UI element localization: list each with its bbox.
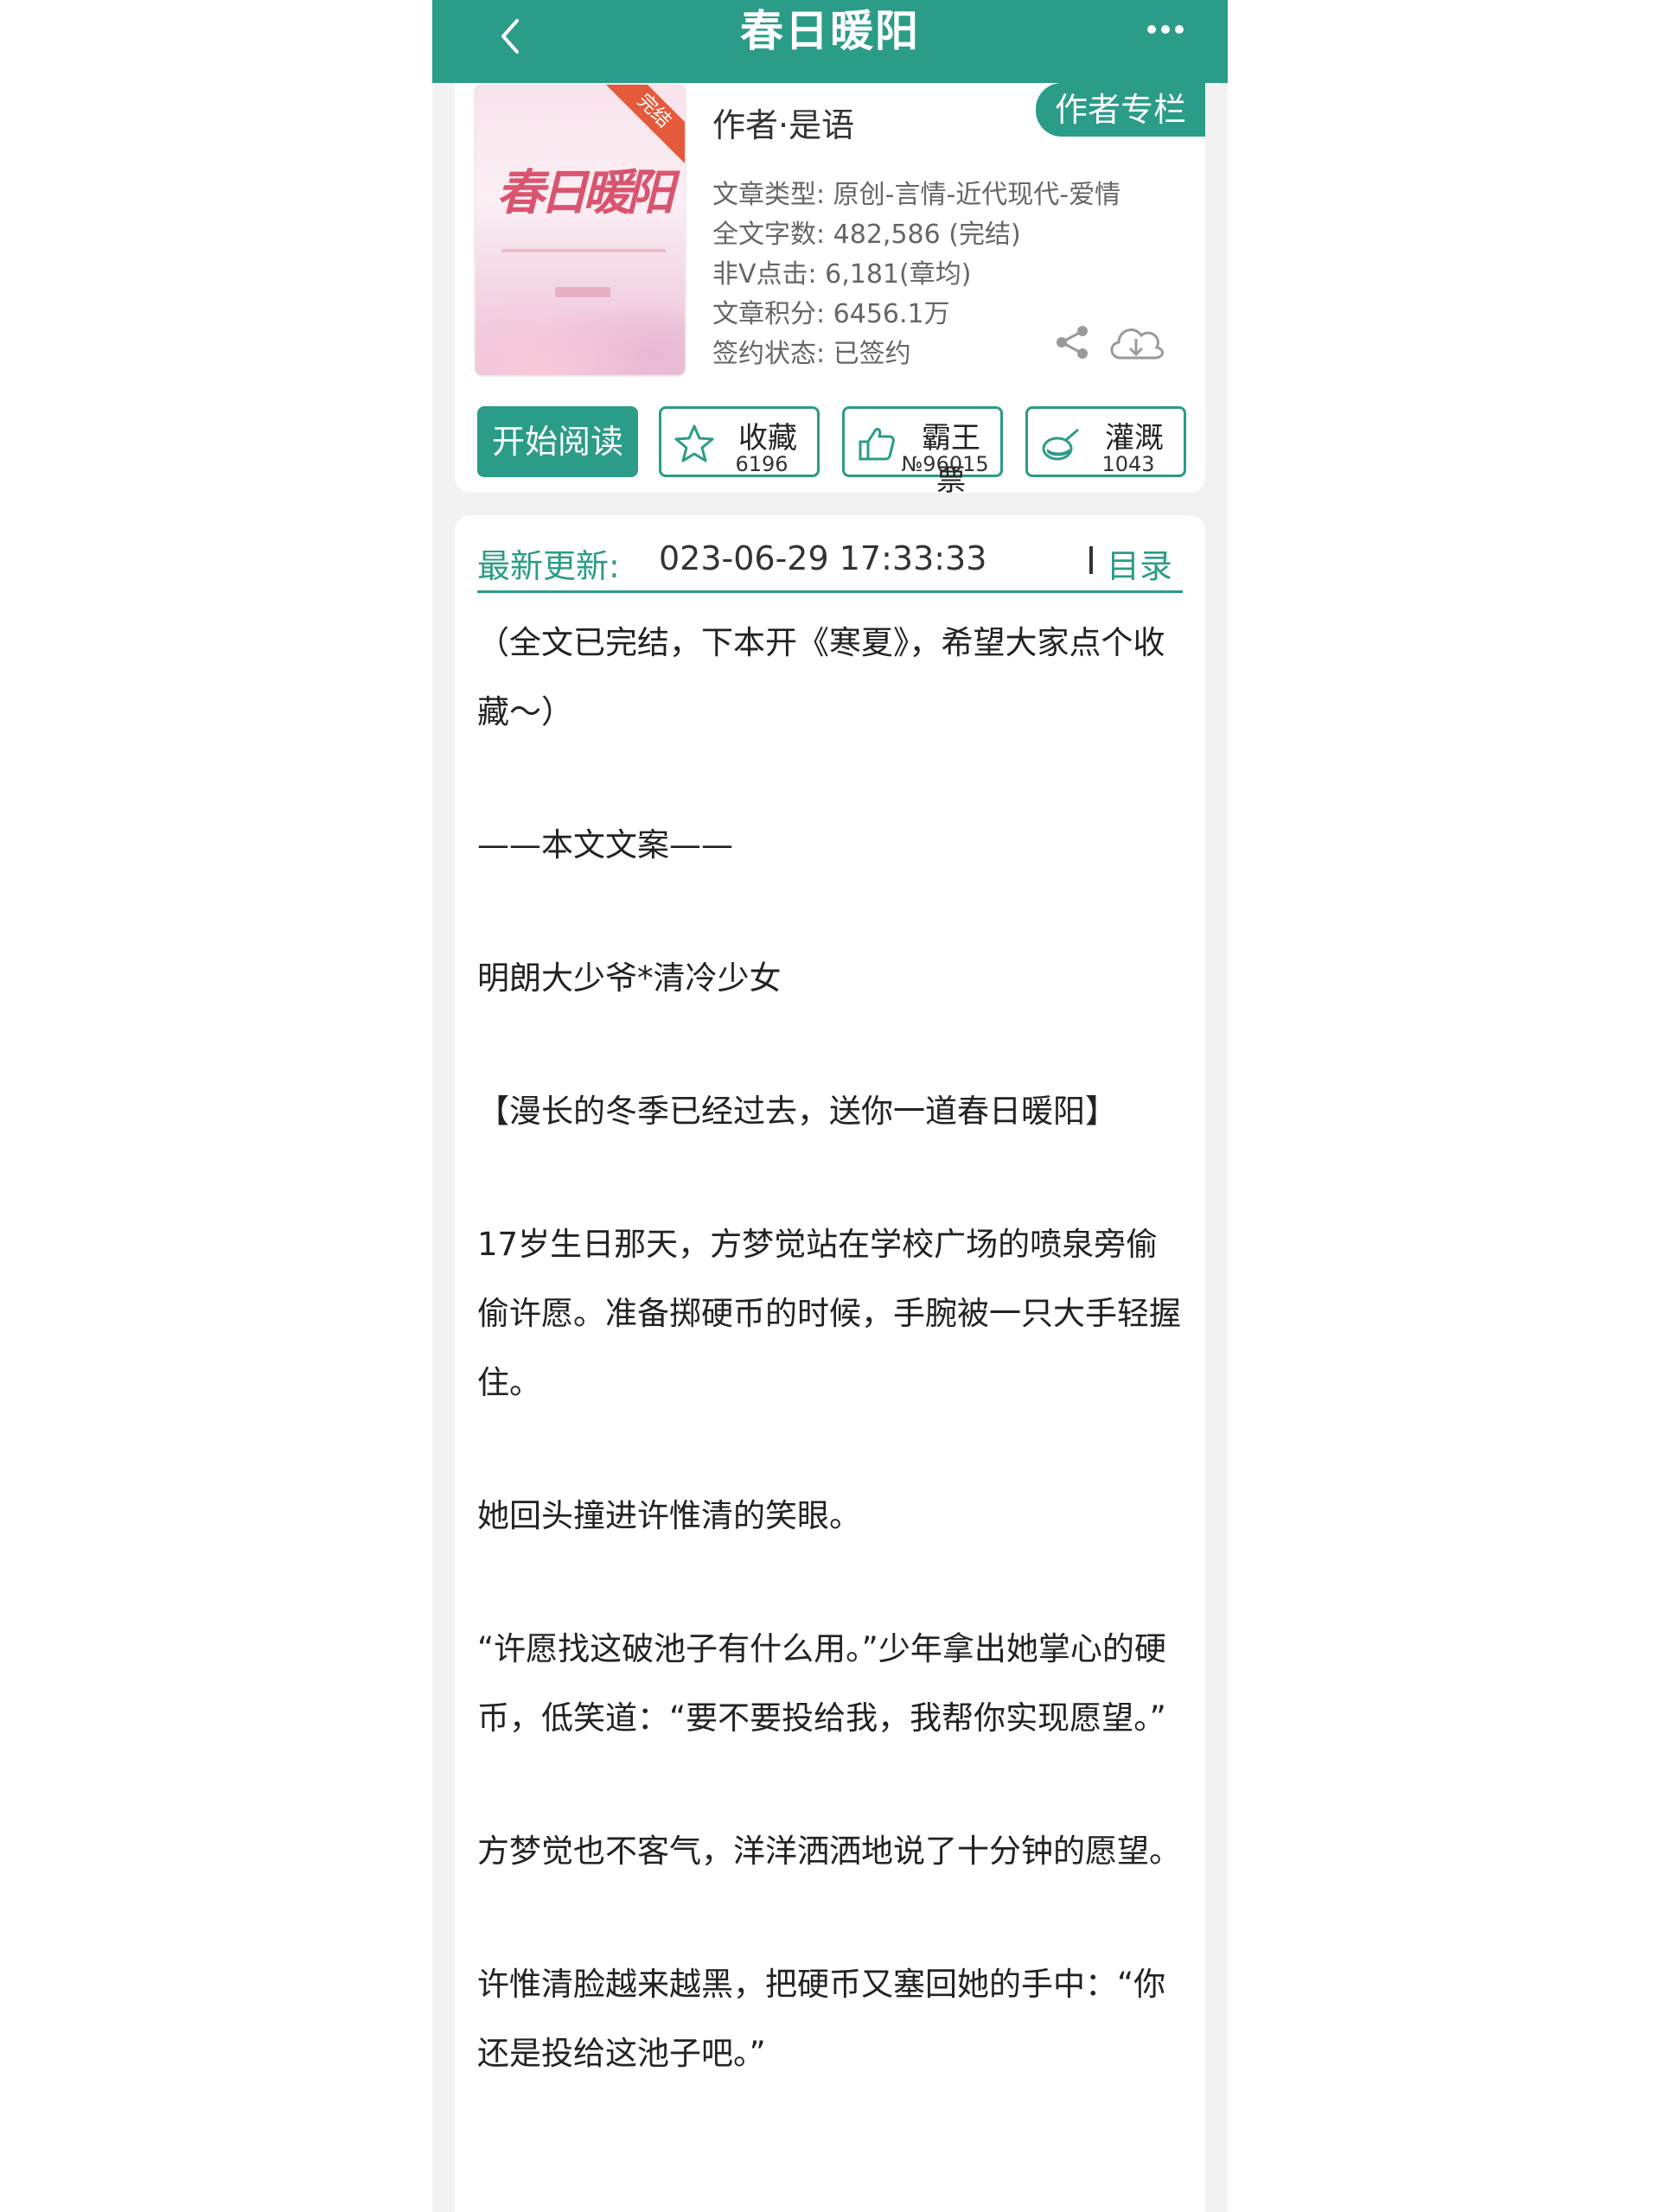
overlord-vote-button[interactable]: 霸王票 №96015 [842,406,1003,498]
top-bar: 春日暖阳 [432,0,1228,83]
book-info-card: 春日暖阳 完结 作者·是语 作者专栏 文章类型: 原创-言情-近代现代-爱情 全… [455,83,1205,498]
cover-publisher-mark [555,287,610,297]
more-options-icon[interactable] [1140,14,1191,45]
cover-title: 春日暖阳 [496,164,674,221]
page-title: 春日暖阳 [740,6,920,56]
author-name[interactable]: 作者·是语 [712,99,854,146]
book-blurb: （全文已完结，下本开《寒夏》，希望大家点个收藏～） ——本文文案—— 明朗大少爷… [477,609,1183,2152]
blurb-paragraph: 【漫长的冬季已经过去，送你一道春日暖阳】 [477,1093,1117,1130]
favorite-button[interactable]: 收藏 6196 [659,406,820,477]
blurb-paragraph: “许愿找这破池子有什么用。”少年拿出她掌心的硬币，低笑道：“要不要投给我，我帮你… [477,1630,1166,1737]
contract-status: 签约状态: 已签约 [712,339,911,369]
non-v-clicks: 非V点击: 6,181(章均) [712,259,972,290]
watering-bottle-icon [1040,423,1082,464]
blurb-paragraph: 她回头撞进许惟清的笑眼。 [477,1497,861,1534]
app-screen: 春日暖阳 春日暖阳 完结 作者·是语 作者专栏 文章类型: 原创-言情-近代现代… [432,0,1228,2212]
blurb-paragraph: 明朗大少爷*清冷少女 [477,959,782,997]
star-icon [674,423,715,464]
blurb-paragraph: ——本文文案—— [477,826,733,864]
cloud-download-icon[interactable] [1105,318,1167,365]
vote-rank: №96015 [901,452,989,476]
blurb-paragraph: 许惟清脸越来越黑，把硬币又塞回她的手中：“你还是投给这池子吧。” [477,1966,1166,2072]
share-icon[interactable] [1053,323,1091,361]
latest-update-label: 最新更新: [477,547,620,585]
cover-subtitle-line [501,249,666,252]
blurb-paragraph: （全文已完结，下本开《寒夏》，希望大家点个收藏～） [477,624,1165,730]
water-count: 1043 [1101,452,1155,476]
blurb-paragraph: 方梦觉也不客气，洋洋洒洒地说了十分钟的愿望。 [477,1833,1181,1870]
latest-update-row: 最新更新: 023-06-29 17:33:33 目录 [477,532,1183,593]
nutrient-button[interactable]: 灌溉 1043 [1025,406,1186,477]
divider [1089,546,1093,574]
favorite-label: 收藏 [738,421,797,456]
latest-update-time[interactable]: 023-06-29 17:33:33 [659,539,986,577]
favorite-count: 6196 [735,452,788,476]
word-count: 全文字数: 482,586 (完结) [712,220,1021,250]
thumbs-up-icon [857,423,898,464]
table-of-contents-link[interactable]: 目录 [1107,539,1172,587]
completed-ribbon: 完结 [600,85,685,165]
author-column-button[interactable]: 作者专栏 [1036,83,1205,137]
start-reading-button[interactable]: 开始阅读 [477,406,638,477]
blurb-paragraph: 17岁生日那天，方梦觉站在学校广场的喷泉旁偷偷许愿。准备掷硬币的时候，手腕被一只… [477,1226,1181,1401]
book-cover[interactable]: 春日暖阳 完结 [474,83,686,377]
book-type: 文章类型: 原创-言情-近代现代-爱情 [712,180,1121,210]
water-label: 灌溉 [1105,421,1164,456]
book-score: 文章积分: 6456.1万 [712,299,950,329]
book-description-card: 最新更新: 023-06-29 17:33:33 目录 （全文已完结，下本开《寒… [455,515,1205,2212]
